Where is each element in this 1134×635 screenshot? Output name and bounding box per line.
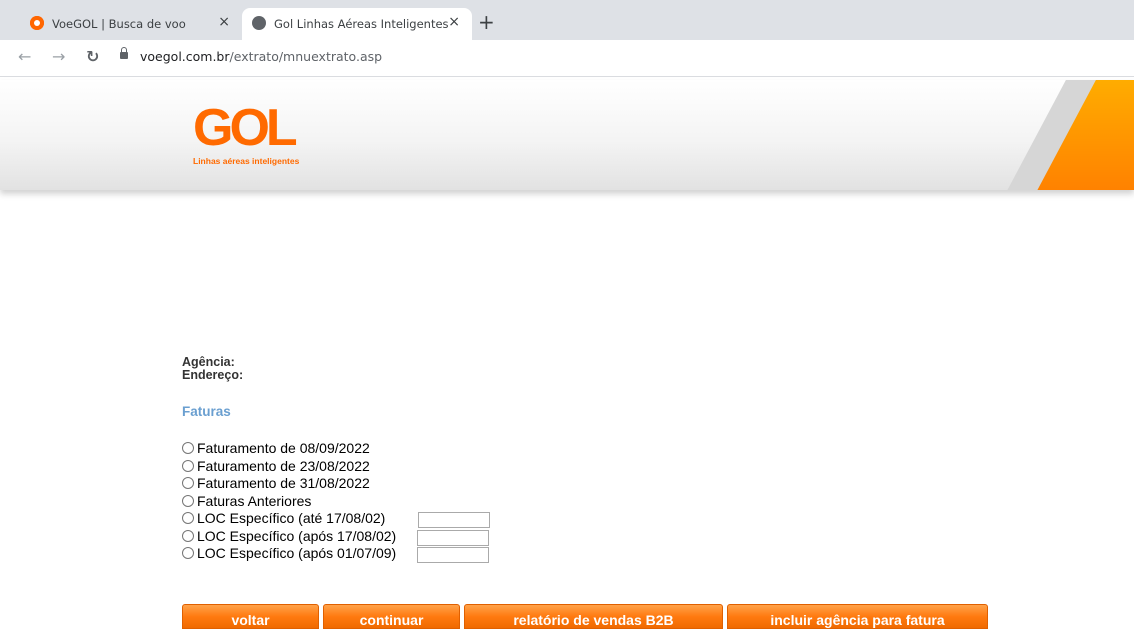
- globe-icon: [252, 16, 266, 30]
- option-label: LOC Específico (após 01/07/09): [197, 545, 397, 561]
- incluir-agencia-button[interactable]: incluir agência para fatura: [727, 604, 988, 629]
- lock-icon[interactable]: [120, 47, 128, 59]
- browser-tab-strip: VoeGOL | Busca de voo × Gol Linhas Aérea…: [0, 0, 1134, 40]
- gol-logo: GOL: [193, 99, 298, 157]
- continuar-button[interactable]: continuar: [323, 604, 460, 629]
- new-tab-icon[interactable]: +: [478, 10, 495, 34]
- relatorio-vendas-button[interactable]: relatório de vendas B2B: [464, 604, 723, 629]
- option-label: LOC Específico (até 17/08/02): [197, 510, 386, 526]
- option-label: LOC Específico (após 17/08/02): [197, 527, 397, 544]
- radio-button[interactable]: [182, 442, 194, 454]
- agency-info: Agência: Endereço:: [182, 356, 243, 382]
- address-bar[interactable]: voegol.com.br/extrato/mnuextrato.asp: [140, 49, 382, 64]
- back-arrow-icon[interactable]: ←: [18, 47, 31, 66]
- tab-title: Gol Linhas Aéreas Inteligentes: [274, 17, 449, 31]
- option-faturas-anteriores[interactable]: Faturas Anteriores: [182, 493, 396, 511]
- option-loc-apos-010709[interactable]: LOC Específico (após 01/07/09): [182, 545, 489, 563]
- loc-input[interactable]: [418, 512, 490, 528]
- option-faturamento-2308[interactable]: Faturamento de 23/08/2022: [182, 458, 396, 476]
- loc-input[interactable]: [417, 547, 489, 563]
- site-header-banner: GOL Linhas aéreas inteligentes: [0, 80, 1134, 190]
- radio-button[interactable]: [182, 459, 194, 472]
- reload-icon[interactable]: ↻: [86, 47, 99, 66]
- option-label: Faturamento de 08/09/2022: [197, 440, 370, 456]
- browser-toolbar: ← → ↻ voegol.com.br/extrato/mnuextrato.a…: [0, 40, 1134, 77]
- option-label: Faturamento de 31/08/2022: [197, 475, 370, 491]
- voltar-button[interactable]: voltar: [182, 604, 319, 629]
- radio-button[interactable]: [182, 512, 194, 524]
- tab-gol-linhas[interactable]: Gol Linhas Aéreas Inteligentes ×: [242, 8, 472, 40]
- logo-tagline: Linhas aéreas inteligentes: [193, 156, 300, 166]
- option-loc-ate-170802[interactable]: LOC Específico (até 17/08/02): [182, 510, 490, 528]
- option-label: Faturas Anteriores: [197, 492, 312, 509]
- option-loc-apos-170802[interactable]: LOC Específico (após 17/08/02): [182, 527, 489, 546]
- close-tab-icon[interactable]: ×: [448, 14, 460, 30]
- url-host: voegol.com.br: [140, 49, 230, 64]
- radio-button[interactable]: [182, 529, 194, 542]
- radio-button[interactable]: [182, 477, 194, 489]
- option-label: Faturamento de 23/08/2022: [197, 457, 370, 474]
- loc-input[interactable]: [417, 529, 489, 546]
- option-faturamento-0809[interactable]: Faturamento de 08/09/2022: [182, 440, 396, 458]
- radio-button[interactable]: [182, 547, 194, 559]
- close-tab-icon[interactable]: ×: [218, 14, 230, 30]
- tab-title: VoeGOL | Busca de voo: [52, 17, 186, 31]
- voegol-favicon-icon: [30, 16, 44, 30]
- radio-button[interactable]: [182, 494, 194, 507]
- tab-voegol-busca[interactable]: VoeGOL | Busca de voo ×: [20, 8, 242, 40]
- faturas-heading: Faturas: [182, 404, 231, 419]
- option-faturamento-3108[interactable]: Faturamento de 31/08/2022: [182, 475, 396, 493]
- forward-arrow-icon[interactable]: →: [52, 47, 65, 66]
- endereco-label: Endereço:: [182, 368, 244, 382]
- url-path: /extrato/mnuextrato.asp: [229, 49, 383, 64]
- faturas-options: Faturamento de 08/09/2022 Faturamento de…: [182, 440, 490, 563]
